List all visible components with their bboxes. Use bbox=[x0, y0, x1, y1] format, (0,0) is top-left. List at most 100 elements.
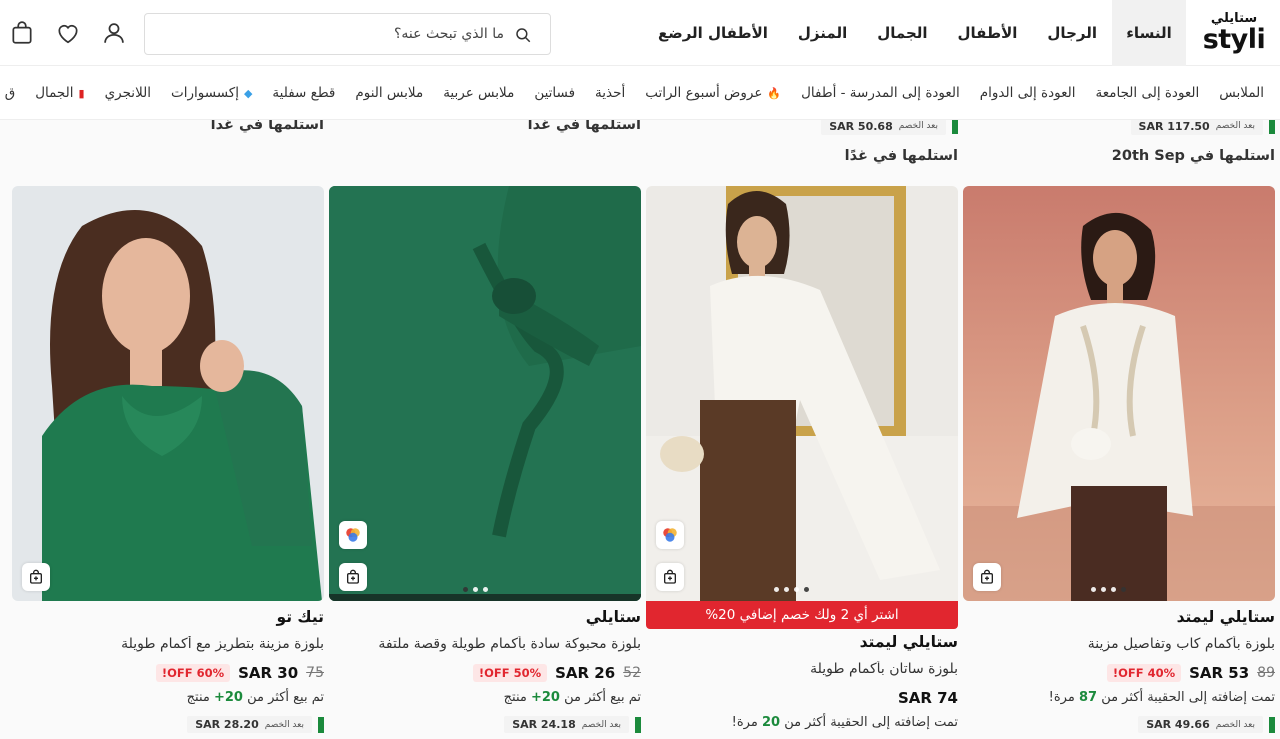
discount-box: بعد الخصم SAR 50.68 bbox=[821, 120, 946, 135]
discount-label: بعد الخصم bbox=[581, 719, 621, 730]
add-to-bag-icon[interactable] bbox=[339, 563, 367, 591]
delivery-date: استلمها في 20th Sep bbox=[1111, 148, 1275, 164]
subnav-label: العودة إلى الجامعة bbox=[1095, 85, 1200, 101]
wishlist-heart-icon[interactable] bbox=[54, 18, 82, 48]
product-image[interactable] bbox=[963, 186, 1275, 601]
subnav-label: ملابس عربية bbox=[443, 85, 515, 101]
discount-marker bbox=[1269, 120, 1275, 134]
product-title[interactable]: بلوزة مزينة بتطريز مع أكمام طويلة bbox=[12, 636, 324, 656]
subnav-label: الجمال bbox=[35, 85, 74, 101]
category-nav: النساء الرجال الأطفال الجمال المنزل الأط… bbox=[643, 0, 1186, 66]
discount-box: بعد الخصم SAR 28.20 bbox=[187, 716, 312, 733]
subnav-label: ق bbox=[4, 85, 16, 101]
header-icons bbox=[8, 18, 128, 48]
product-brand: ستايلي ليمتد bbox=[859, 633, 958, 651]
tab-women[interactable]: النساء bbox=[1112, 0, 1186, 66]
delivery-date: استلمها في غدا bbox=[210, 120, 324, 133]
promo-banner[interactable]: اشتر أي 2 ولك خصم إضافي 20% bbox=[646, 601, 958, 629]
image-carousel-dots[interactable] bbox=[463, 587, 488, 592]
subnav-beauty[interactable]: الجمال ▮ bbox=[25, 85, 94, 101]
account-user-icon[interactable] bbox=[100, 18, 128, 48]
subnav-back-to-work[interactable]: العودة إلى الدوام bbox=[970, 85, 1086, 101]
product-title[interactable]: بلوزة ساتان بأكمام طويلة bbox=[646, 661, 958, 681]
product-image[interactable] bbox=[329, 186, 641, 601]
subnav-arabic-wear[interactable]: ملابس عربية bbox=[433, 85, 524, 101]
discount-badge: 40% OFF! bbox=[1106, 664, 1182, 682]
discount-price: SAR 117.50 bbox=[1138, 120, 1210, 133]
social-proof: تم بيع أكثر من 20+ منتج bbox=[12, 690, 324, 710]
after-discount-row: بعد الخصم SAR 49.66 bbox=[963, 716, 1275, 733]
social-suffix: مرة! bbox=[1048, 690, 1075, 705]
style-assistant-icon[interactable] bbox=[656, 521, 684, 549]
add-to-bag-icon[interactable] bbox=[22, 563, 50, 591]
subnav-label: العودة إلى المدرسة - أطفال bbox=[801, 85, 960, 101]
image-carousel-dots[interactable] bbox=[774, 587, 809, 592]
search-icon[interactable] bbox=[514, 26, 532, 44]
tab-beauty[interactable]: الجمال bbox=[862, 0, 942, 66]
product-title[interactable]: بلوزة بأكمام كاب وتفاصيل مزينة bbox=[963, 636, 1275, 656]
social-text: تم بيع أكثر من bbox=[247, 690, 324, 705]
product-card[interactable]: بعد الخصم SAR 117.50 استلمها في 20th Sep bbox=[963, 120, 1275, 739]
subnav-back-to-university[interactable]: العودة إلى الجامعة bbox=[1085, 85, 1209, 101]
discount-marker bbox=[952, 120, 958, 134]
subnav-shoes[interactable]: أحذية bbox=[585, 85, 635, 101]
subnav-label: فساتين bbox=[534, 85, 576, 101]
sub-navigation: الملابس العودة إلى الجامعة العودة إلى ال… bbox=[0, 66, 1280, 120]
social-count: 87 bbox=[1078, 690, 1098, 705]
discount-marker bbox=[635, 716, 641, 733]
delivery-date: استلمها في غدا bbox=[527, 120, 641, 133]
product-title[interactable]: بلوزة محبوكة سادة بأكمام طويلة وقصة ملتف… bbox=[329, 636, 641, 656]
style-assistant-icon[interactable] bbox=[339, 521, 367, 549]
social-proof: تم بيع أكثر من 20+ منتج bbox=[329, 690, 641, 710]
product-info: ستايلي ليمتد بلوزة ساتان بأكمام طويلة SA… bbox=[646, 633, 958, 735]
product-image[interactable] bbox=[646, 186, 958, 601]
subnav-accessories[interactable]: إكسسوارات ◆ bbox=[161, 85, 262, 101]
subnav-dresses[interactable]: فساتين bbox=[524, 85, 585, 101]
after-discount-row: بعد الخصم SAR 24.18 bbox=[329, 716, 641, 733]
subnav-back-to-school-kids[interactable]: العودة إلى المدرسة - أطفال bbox=[791, 85, 970, 101]
subnav-lingerie[interactable]: اللانجري bbox=[95, 85, 161, 101]
product-image[interactable] bbox=[12, 186, 324, 601]
product-photo bbox=[646, 186, 958, 601]
top-bar: ستايلي styli النساء الرجال الأطفال الجما… bbox=[0, 0, 1280, 66]
image-carousel-dots[interactable] bbox=[1091, 587, 1126, 592]
product-card[interactable]: استلمها في غدا تيك تو بلوزة مزينة بتطريز… bbox=[12, 120, 324, 739]
subnav-more[interactable]: ق bbox=[0, 85, 25, 101]
social-suffix: منتج bbox=[503, 690, 527, 705]
tab-kids[interactable]: الأطفال bbox=[943, 0, 1033, 66]
search-input[interactable] bbox=[145, 14, 550, 54]
subnav-clothing[interactable]: الملابس bbox=[1209, 85, 1274, 101]
discount-badge: 50% OFF! bbox=[472, 664, 548, 682]
add-to-bag-icon[interactable] bbox=[973, 563, 1001, 591]
social-proof: تمت إضافته إلى الحقيبة أكثر من 20 مرة! bbox=[646, 715, 958, 735]
discount-price: SAR 49.66 bbox=[1146, 718, 1210, 731]
price-row: 89 SAR 53 40% OFF! bbox=[963, 662, 1275, 684]
discount-badge: 60% OFF! bbox=[155, 664, 231, 682]
search-box bbox=[144, 13, 551, 55]
subnav-label: اللانجري bbox=[104, 85, 151, 101]
product-info: تيك تو بلوزة مزينة بتطريز مع أكمام طويلة… bbox=[12, 608, 324, 733]
current-price: SAR 53 bbox=[1189, 664, 1250, 682]
tab-men[interactable]: الرجال bbox=[1032, 0, 1112, 66]
tab-home[interactable]: المنزل bbox=[783, 0, 862, 66]
styli-logo[interactable]: ستايلي styli bbox=[1196, 12, 1272, 54]
add-to-bag-icon[interactable] bbox=[656, 563, 684, 591]
current-price: SAR 30 bbox=[238, 664, 299, 682]
social-count: 20 bbox=[761, 715, 781, 730]
delivery-date: استلمها في غدًا bbox=[844, 148, 958, 164]
subnav-label: الملابس bbox=[1219, 85, 1264, 101]
tab-babies[interactable]: الأطفال الرضع bbox=[643, 0, 783, 66]
product-card[interactable]: بعد الخصم SAR 50.68 استلمها في غدًا اشتر… bbox=[646, 120, 958, 739]
discount-label: بعد الخصم bbox=[898, 121, 938, 131]
current-price: SAR 26 bbox=[555, 664, 616, 682]
diamond-icon: ◆ bbox=[243, 86, 253, 100]
social-text: تمت إضافته إلى الحقيبة أكثر من bbox=[1101, 690, 1275, 705]
product-photo bbox=[963, 186, 1275, 601]
bag-icon[interactable] bbox=[8, 18, 36, 48]
subnav-label: إكسسوارات bbox=[170, 85, 239, 101]
product-card[interactable]: استلمها في غدا ستايلي بلوزة محبوكة سادة … bbox=[329, 120, 641, 739]
price-row: SAR 74 bbox=[646, 687, 958, 709]
subnav-payday-offers[interactable]: عروض أسبوع الراتب 🔥 bbox=[635, 85, 791, 101]
subnav-sleepwear[interactable]: ملابس النوم bbox=[345, 85, 433, 101]
subnav-bottoms[interactable]: قطع سفلية bbox=[262, 85, 345, 101]
